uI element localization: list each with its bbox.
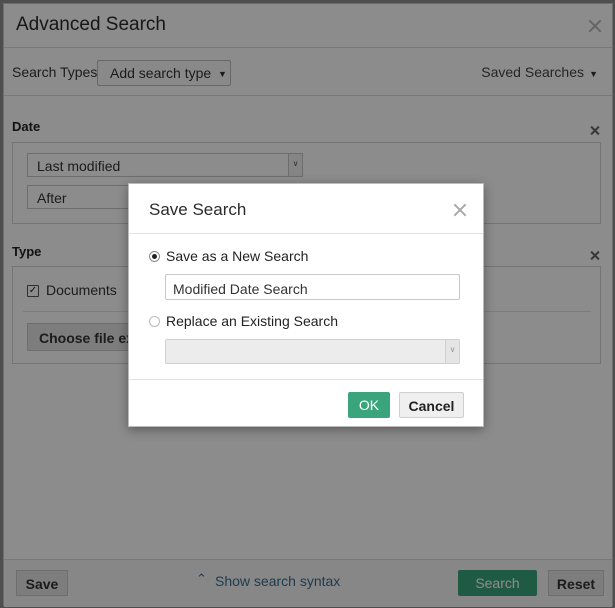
save-search-dialog: Save Search Save as a New Search Replace… [128,183,484,427]
replace-existing-radio[interactable] [149,316,160,327]
replace-existing-label: Replace an Existing Search [166,313,338,329]
dialog-header: Save Search [129,184,483,234]
existing-search-select: ∨ [165,339,460,364]
save-new-radio[interactable] [149,251,160,262]
new-search-name-input[interactable] [165,274,460,300]
dialog-title: Save Search [149,200,247,219]
ok-button[interactable]: OK [348,392,390,418]
close-icon[interactable] [452,202,466,216]
cancel-button[interactable]: Cancel [399,392,464,418]
save-new-label: Save as a New Search [166,248,309,264]
dialog-footer: OK Cancel [129,379,483,428]
chevron-down-icon: ∨ [445,340,459,363]
